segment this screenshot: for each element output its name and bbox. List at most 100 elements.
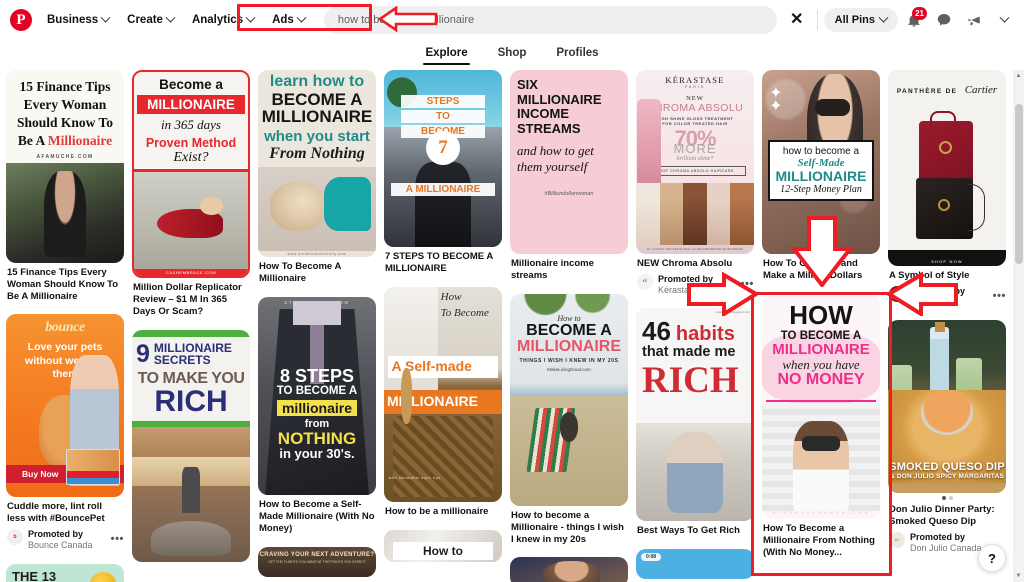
- pin-image[interactable]: 0:08: [636, 549, 754, 580]
- pin-card[interactable]: [510, 557, 628, 582]
- pin-overlay-line: Proven Method: [145, 136, 237, 150]
- pin-overlay-line: how to become a: [782, 145, 860, 157]
- nav-analytics[interactable]: Analytics: [183, 9, 263, 31]
- pin-options-icon[interactable]: •••: [993, 290, 1006, 302]
- messages-button[interactable]: [930, 6, 958, 34]
- pin-overlay-line: SMOKED QUESO DIP: [889, 460, 1005, 473]
- pin-card[interactable]: STEPS TO BECOME 7 A MILLIONAIRE 7 STEPS …: [384, 70, 502, 275]
- nav-ads[interactable]: Ads: [263, 9, 314, 31]
- pin-image[interactable]: How to: [384, 529, 502, 562]
- scroll-up-icon[interactable]: ▲: [1013, 70, 1024, 82]
- pin-image[interactable]: 15 Finance Tips Every Woman Should Know …: [6, 70, 124, 263]
- search-result-tabs: Explore Shop Profiles: [0, 40, 1024, 70]
- pin-card[interactable]: How to: [384, 529, 502, 562]
- pin-overlay-line: them yourself: [517, 159, 588, 174]
- clear-search-button[interactable]: ✕: [783, 6, 811, 34]
- scroll-down-icon[interactable]: ▼: [1013, 570, 1024, 582]
- pin-overlay-line: TO BECOME A: [276, 385, 358, 398]
- pin-image[interactable]: STOJFINANCE.COM 8 STEPS TO BECOME A mill…: [258, 297, 376, 496]
- pin-card[interactable]: KÉRASTASE PARIS NEW CHROMA ABSOLU HIGH S…: [636, 70, 754, 296]
- carousel-dots[interactable]: [888, 496, 1006, 501]
- pin-image[interactable]: learn how to BECOME A MILLIONAIRE when y…: [258, 70, 376, 258]
- pin-overlay-line: STREAMS: [517, 121, 581, 137]
- pin-card[interactable]: learn how to BECOME A MILLIONAIRE when y…: [258, 70, 376, 285]
- notifications-button[interactable]: 21: [900, 6, 928, 34]
- pin-footnote: #1 LUXURY PROFESSIONAL HAIRCARE BRAND WO…: [636, 245, 754, 254]
- pin-image[interactable]: SIX MILLIONAIRE INCOME STREAMS and how t…: [510, 70, 628, 254]
- pin-card[interactable]: ✦ ✦ how to become a Self-Made MILLIONAIRE…: [762, 70, 880, 282]
- pin-card[interactable]: www.makelivinggood.com 46 habits that ma…: [636, 308, 754, 537]
- pin-card[interactable]: 15 Finance Tips Every Woman Should Know …: [6, 70, 124, 302]
- pin-image[interactable]: SMOKED QUESO DIP & DON JULIO SPICY MARGA…: [888, 320, 1006, 494]
- pinterest-logo-icon[interactable]: P: [10, 9, 32, 31]
- pin-brand-script: Cartier: [964, 84, 998, 96]
- nav-create[interactable]: Create: [118, 9, 183, 31]
- tab-explore[interactable]: Explore: [423, 45, 470, 65]
- pin-image[interactable]: How To Become A Self-made MILLIONAIRE wi…: [384, 286, 502, 502]
- all-pins-dropdown[interactable]: All Pins: [823, 8, 898, 32]
- pin-image[interactable]: 9 MILLIONAIRE SECRETS TO MAKE YOU RICH: [132, 329, 250, 562]
- pin-image[interactable]: KÉRASTASE PARIS NEW CHROMA ABSOLU HIGH S…: [636, 70, 754, 254]
- pin-watermark: with minimalist style tips: [388, 476, 441, 481]
- pin-image[interactable]: HOW TO BECOME A MILLIONAIRE when you hav…: [762, 293, 880, 519]
- pin-overlay-line: 7: [438, 136, 448, 158]
- pin-title: Cuddle more, lint roll less with #Bounce…: [7, 501, 105, 525]
- nav-business[interactable]: Business: [38, 9, 118, 31]
- pin-card[interactable]: CRAVING YOUR NEXT ADVENTURE? GET THE FLI…: [258, 546, 376, 577]
- pin-cta-label[interactable]: Buy Now: [22, 469, 58, 479]
- pin-card[interactable]: 0:08: [636, 549, 754, 580]
- grid-column-5: SIX MILLIONAIRE INCOME STREAMS and how t…: [510, 70, 628, 582]
- pin-card[interactable]: THE 13 TRAITS OF A: [6, 563, 124, 582]
- help-button[interactable]: ?: [978, 544, 1006, 572]
- pin-image[interactable]: STEPS TO BECOME 7 A MILLIONAIRE: [384, 70, 502, 247]
- carousel-dot[interactable]: [948, 496, 953, 501]
- pin-image[interactable]: www.makelivinggood.com 46 habits that ma…: [636, 308, 754, 522]
- pin-title: 7 STEPS TO BECOME A MILLIONAIRE: [385, 251, 493, 274]
- nav-ads-label: Ads: [272, 14, 294, 26]
- pin-card[interactable]: HOW TO BECOME A MILLIONAIRE when you hav…: [762, 293, 880, 559]
- pin-title: How to be a millionaire: [385, 505, 489, 517]
- pin-brand: bounce: [45, 320, 85, 336]
- pin-image[interactable]: CRAVING YOUR NEXT ADVENTURE? GET THE FLI…: [258, 546, 376, 577]
- chevron-down-icon: [296, 12, 307, 23]
- advertiser-name: Bounce Canada: [28, 540, 93, 551]
- pin-accent-word: Millionaire: [47, 132, 113, 148]
- pin-card[interactable]: 9 MILLIONAIRE SECRETS TO MAKE YOU RICH: [132, 329, 250, 562]
- pin-image[interactable]: bounce Love your pets without wearing th…: [6, 314, 124, 498]
- pin-image[interactable]: Become a MILLIONAIRE in 365 days Proven …: [132, 70, 250, 278]
- pin-image[interactable]: THE 13 TRAITS OF A: [6, 563, 124, 582]
- pin-image[interactable]: ✦ ✦ how to become a Self-Made MILLIONAIRE…: [762, 70, 880, 254]
- promoted-label: Promoted by: [658, 273, 714, 284]
- pin-options-icon[interactable]: •••: [741, 278, 754, 290]
- advertiser-avatar: Cartier: [889, 285, 905, 302]
- pin-card[interactable]: How to BECOME A MILLIONAIRE THINGS I WIS…: [510, 293, 628, 546]
- pin-card[interactable]: STOJFINANCE.COM 8 STEPS TO BECOME A mill…: [258, 297, 376, 535]
- pin-card[interactable]: How To Become A Self-made MILLIONAIRE wi…: [384, 286, 502, 518]
- pin-overlay-line: RICH: [154, 384, 228, 418]
- account-menu-button[interactable]: [990, 6, 1018, 34]
- tab-shop[interactable]: Shop: [496, 45, 529, 65]
- pin-options-icon[interactable]: •••: [111, 533, 124, 545]
- pin-card[interactable]: PANTHÈRE DE Cartier SHOP NOW A Symbol of…: [888, 70, 1006, 308]
- search-input[interactable]: [323, 6, 777, 34]
- scrollbar-thumb[interactable]: [1014, 104, 1023, 264]
- pin-cta-label[interactable]: SHOP NOW: [931, 259, 963, 264]
- announcements-button[interactable]: [960, 6, 988, 34]
- vertical-scrollbar[interactable]: ▲ ▼: [1013, 70, 1024, 582]
- pin-image[interactable]: How to BECOME A MILLIONAIRE THINGS I WIS…: [510, 293, 628, 506]
- pin-title: NEW Chroma Absolu: [637, 258, 733, 269]
- carousel-dot[interactable]: [941, 496, 946, 501]
- pin-card[interactable]: Become a MILLIONAIRE in 365 days Proven …: [132, 70, 250, 318]
- advertiser-name: Cartier: [910, 297, 938, 308]
- pin-card[interactable]: SIX MILLIONAIRE INCOME STREAMS and how t…: [510, 70, 628, 282]
- chevron-down-icon: [999, 12, 1009, 23]
- pin-overlay-line: MILLIONAIRE: [775, 167, 867, 184]
- pin-title: How to Become a Self-Made Millionaire (W…: [259, 499, 375, 534]
- pin-card[interactable]: bounce Love your pets without wearing th…: [6, 314, 124, 551]
- grid-column-6: KÉRASTASE PARIS NEW CHROMA ABSOLU HIGH S…: [636, 70, 754, 580]
- pin-image[interactable]: [510, 557, 628, 582]
- pin-grid: 15 Finance Tips Every Woman Should Know …: [0, 70, 1024, 582]
- tab-profiles[interactable]: Profiles: [554, 45, 600, 65]
- pin-card[interactable]: SMOKED QUESO DIP & DON JULIO SPICY MARGA…: [888, 320, 1006, 554]
- pin-image[interactable]: PANTHÈRE DE Cartier SHOP NOW: [888, 70, 1006, 266]
